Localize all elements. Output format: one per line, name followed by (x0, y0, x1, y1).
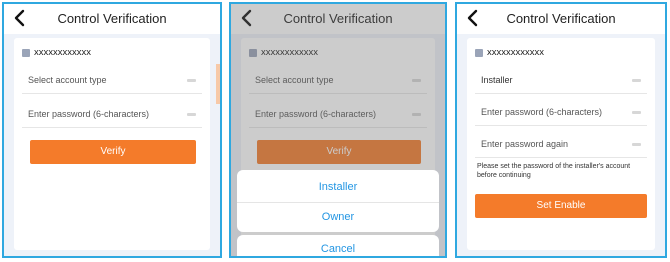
form-card: xxxxxxxxxxxx Installer Enter password (6… (467, 38, 655, 250)
divider (475, 125, 647, 126)
option-owner[interactable]: Owner (237, 202, 439, 232)
divider (475, 93, 647, 94)
set-enable-button[interactable]: Set Enable (475, 194, 647, 218)
chevron-icon (187, 79, 196, 82)
account-row: xxxxxxxxxxxx (467, 40, 655, 66)
form-card: xxxxxxxxxxxx Select account type Enter p… (14, 38, 210, 250)
divider (475, 157, 647, 158)
eye-icon[interactable] (187, 113, 196, 116)
account-icon (22, 49, 30, 57)
page-title: Control Verification (57, 11, 167, 26)
password-field[interactable]: Enter password (6-characters) (467, 100, 655, 126)
page-title: Control Verification (506, 11, 616, 26)
edge-accent (216, 64, 220, 104)
cancel-button[interactable]: Cancel (237, 235, 439, 256)
installer-password-note: Please set the password of the installer… (477, 163, 631, 179)
header: Control Verification (4, 4, 220, 34)
account-icon (475, 49, 483, 57)
cancel-sheet: Cancel (237, 235, 439, 256)
screen-select-account: Control Verification xxxxxxxxxxxx Select… (2, 2, 222, 258)
account-type-select[interactable]: Installer (467, 68, 655, 94)
verify-button[interactable]: Verify (30, 140, 196, 164)
account-type-value: Installer (481, 75, 513, 85)
divider (22, 127, 202, 128)
screen-set-password: Control Verification xxxxxxxxxxxx Instal… (455, 2, 667, 258)
password-placeholder: Enter password (6-characters) (28, 109, 150, 119)
action-sheet: Installer Owner (237, 170, 439, 232)
header: Control Verification (457, 4, 665, 34)
confirm-password-placeholder: Enter password again (481, 139, 569, 149)
divider (22, 93, 202, 94)
chevron-icon (632, 79, 641, 82)
eye-icon[interactable] (632, 111, 641, 114)
screen-account-type-sheet: Control Verification xxxxxxxxxxxx Select… (229, 2, 447, 258)
confirm-password-field[interactable]: Enter password again (467, 132, 655, 158)
account-type-select[interactable]: Select account type (14, 68, 210, 94)
password-field[interactable]: Enter password (6-characters) (14, 102, 210, 128)
eye-icon[interactable] (632, 143, 641, 146)
account-row: xxxxxxxxxxxx (14, 40, 210, 66)
password-placeholder: Enter password (6-characters) (481, 107, 603, 117)
account-type-placeholder: Select account type (28, 75, 107, 85)
account-name: xxxxxxxxxxxx (487, 47, 544, 58)
account-name: xxxxxxxxxxxx (34, 47, 91, 58)
option-installer[interactable]: Installer (237, 172, 439, 202)
